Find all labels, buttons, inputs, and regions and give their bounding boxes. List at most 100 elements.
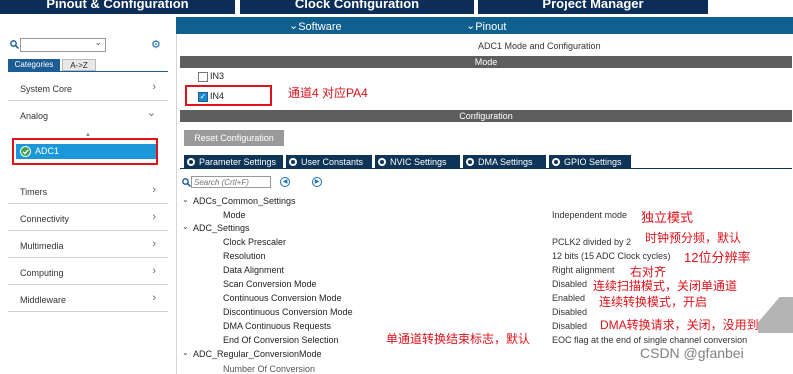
radio-icon xyxy=(289,158,297,166)
chevron-right-icon: › xyxy=(152,292,156,304)
sidebar-item-label: System Core xyxy=(20,84,73,94)
chevron-down-icon: ⌄ xyxy=(94,37,102,47)
tab-label: GPIO Settings xyxy=(564,157,622,167)
radio-icon xyxy=(378,158,386,166)
tab-gpio-settings[interactable]: GPIO Settings xyxy=(549,155,631,169)
param-value[interactable]: Disabled xyxy=(552,321,587,331)
next-result-icon[interactable]: ▶ xyxy=(312,177,322,187)
param-label: DMA Continuous Requests xyxy=(223,321,332,331)
annotation-in4: 通道4 对应PA4 xyxy=(288,86,368,100)
annotation-resolution: 12位分辨率 xyxy=(684,250,751,265)
sidebar-item-label: Connectivity xyxy=(20,214,70,224)
sub-toolbar: ⌄ Software Packs ⌄ Pinout xyxy=(176,17,793,45)
channel-label: IN3 xyxy=(210,71,225,81)
configuration-header: Configuration xyxy=(180,110,792,122)
pinout-menu[interactable]: ⌄ Pinout xyxy=(466,19,506,33)
checkbox[interactable] xyxy=(198,72,208,82)
expand-caret-icon[interactable]: ⌄ xyxy=(182,348,189,357)
sidebar-item-analog[interactable]: Analog ⌄ xyxy=(8,105,168,127)
annotation-mode: 独立模式 xyxy=(641,210,694,225)
annotation-box-in4 xyxy=(185,85,272,106)
sidebar-item-label: Computing xyxy=(20,268,64,278)
param-label: Number Of Conversion xyxy=(223,364,316,374)
tab-user-constants[interactable]: User Constants xyxy=(286,155,372,169)
tab-a-z-label: A->Z xyxy=(70,61,88,70)
panel-title: ADC1 Mode and Configuration xyxy=(478,41,601,51)
param-value[interactable]: PCLK2 divided by 2 xyxy=(552,237,631,247)
tab-clock-configuration[interactable]: Clock Configuration xyxy=(240,0,474,14)
sidebar-item-system-core[interactable]: System Core › xyxy=(8,78,168,101)
software-packs-menu[interactable]: ⌄ Software Packs xyxy=(289,19,342,45)
chevron-right-icon: › xyxy=(152,211,156,223)
radio-icon xyxy=(466,158,474,166)
gear-icon[interactable]: ⚙ xyxy=(151,38,161,51)
param-label: Resolution xyxy=(223,251,266,261)
tab-nvic-settings[interactable]: NVIC Settings xyxy=(375,155,460,169)
tab-parameter-settings[interactable]: Parameter Settings xyxy=(184,155,283,169)
tab-label: User Constants xyxy=(301,157,364,167)
sidebar-item-label: Timers xyxy=(20,187,48,197)
previous-result-icon[interactable]: ◀ xyxy=(280,177,290,187)
annotation-box-adc1 xyxy=(12,138,158,165)
param-label: Data Alignment xyxy=(223,265,285,275)
param-value[interactable]: Right alignment xyxy=(552,265,615,275)
param-label: Scan Conversion Mode xyxy=(223,279,317,289)
tab-underline xyxy=(8,71,168,72)
sidebar-item-computing[interactable]: Computing › xyxy=(8,262,168,285)
param-value[interactable]: Disabled xyxy=(552,279,587,289)
param-value[interactable]: Disabled xyxy=(552,307,587,317)
sidebar-item-multimedia[interactable]: Multimedia › xyxy=(8,235,168,258)
tab-project-manager[interactable]: Project Manager xyxy=(478,0,708,14)
chevron-down-icon: ⌄ xyxy=(146,107,156,119)
watermark-shape xyxy=(758,297,793,333)
sidebar-item-label: Middleware xyxy=(20,295,67,305)
tab-pinout-configuration[interactable]: Pinout & Configuration xyxy=(0,0,235,14)
radio-icon xyxy=(552,158,560,166)
tab-categories-label: Categories xyxy=(14,60,54,69)
group-regular-conversion[interactable]: ADC_Regular_ConversionMode xyxy=(193,349,322,359)
expand-caret-icon[interactable]: ⌄ xyxy=(182,222,189,231)
search-combo[interactable]: ⌄ xyxy=(20,37,106,52)
tab-dma-settings[interactable]: DMA Settings xyxy=(463,155,546,169)
search-icon[interactable] xyxy=(10,40,19,49)
sidebar-item-middleware[interactable]: Middleware › xyxy=(8,289,168,312)
param-value[interactable]: Enabled xyxy=(552,293,585,303)
group-common-settings[interactable]: ADCs_Common_Settings xyxy=(193,196,296,206)
group-adc-settings[interactable]: ADC_Settings xyxy=(193,223,250,233)
param-value[interactable]: EOC flag at the end of single channel co… xyxy=(552,335,747,345)
chevron-right-icon: › xyxy=(152,184,156,196)
param-value[interactable]: 12 bits (15 ADC Clock cycles) xyxy=(552,251,671,261)
param-label: Clock Prescaler xyxy=(223,237,287,247)
param-label: Mode xyxy=(223,210,246,220)
chevron-right-icon: › xyxy=(152,81,156,93)
tab-label: Project Manager xyxy=(542,0,644,11)
param-label: End Of Conversion Selection xyxy=(223,335,339,345)
search-icon[interactable] xyxy=(182,178,191,189)
tab-categories[interactable]: Categories xyxy=(8,59,60,71)
tab-label: NVIC Settings xyxy=(390,157,447,167)
param-label: Discontinuous Conversion Mode xyxy=(223,307,353,317)
param-label: Continuous Conversion Mode xyxy=(223,293,342,303)
annotation-eoc: 单通道转换结束标志，默认 xyxy=(386,332,531,346)
sidebar-item-label: Multimedia xyxy=(20,241,64,251)
tab-a-z[interactable]: A->Z xyxy=(62,59,96,71)
annotation-scan: 连续扫描模式，关闭单通道 xyxy=(593,279,738,293)
chevron-right-icon: › xyxy=(152,265,156,277)
tab-label: Pinout & Configuration xyxy=(46,0,189,11)
expand-caret-icon[interactable]: ⌄ xyxy=(182,195,189,204)
sidebar-item-timers[interactable]: Timers › xyxy=(8,181,168,204)
left-panel: ⌄ ⚙ Categories A->Z System Core › Analog ⌄… xyxy=(0,34,177,374)
sidebar-item-connectivity[interactable]: Connectivity › xyxy=(8,208,168,231)
mode-header: Mode xyxy=(180,56,792,68)
chevron-right-icon: › xyxy=(152,238,156,250)
param-value[interactable]: Independent mode xyxy=(552,210,627,220)
parameter-search-input[interactable] xyxy=(191,176,271,188)
tab-label: Parameter Settings xyxy=(199,157,277,167)
sidebar-item-label: Analog xyxy=(20,111,49,121)
annotation-prescaler: 时钟预分频，默认 xyxy=(645,231,742,245)
tab-label: Clock Configuration xyxy=(294,0,420,11)
tab-label: DMA Settings xyxy=(478,157,533,167)
csdn-watermark: CSDN @gfanbei xyxy=(640,345,744,361)
reset-configuration-button[interactable]: Reset Configuration xyxy=(184,130,284,146)
software-packs-label: Software Packs xyxy=(298,21,342,45)
